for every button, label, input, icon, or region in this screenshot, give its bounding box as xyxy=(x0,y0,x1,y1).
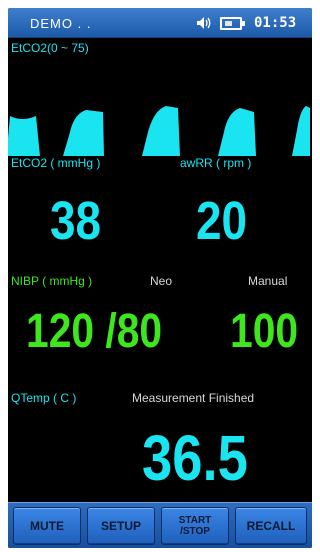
nibp-value: 120 /80 xyxy=(26,305,163,358)
etco2-value: 38 xyxy=(50,191,102,251)
battery-icon xyxy=(220,17,245,30)
mute-button[interactable]: MUTE xyxy=(13,507,81,545)
monitor-screen: DEMO . . 01:53 EtCO2(0 ~ 75) EtCO2 ( mmH… xyxy=(8,8,312,548)
demo-mode-label: DEMO . . xyxy=(30,16,92,31)
qtemp-label: QTemp ( C ) xyxy=(11,391,77,405)
nibp-mode: Manual xyxy=(248,274,288,288)
qtemp-status: Measurement Finished xyxy=(132,391,255,405)
nibp-pulse-value: 100 xyxy=(230,305,299,358)
etco2-label: EtCO2 ( mmHg ) xyxy=(11,156,101,170)
awrr-value: 20 xyxy=(196,191,248,251)
awrr-label: awRR ( rpm ) xyxy=(180,156,252,170)
battery-level xyxy=(225,21,232,26)
nibp-patient-type: Neo xyxy=(150,274,173,288)
clock: 01:53 xyxy=(254,15,297,31)
speaker-icon[interactable] xyxy=(196,16,212,30)
status-bar: DEMO . . 01:53 xyxy=(8,8,312,38)
etco2-wave-label: EtCO2(0 ~ 75) xyxy=(11,41,89,55)
etco2-waveform xyxy=(8,106,310,156)
start-stop-button[interactable]: START /STOP xyxy=(161,507,229,545)
nibp-label: NIBP ( mmHg ) xyxy=(11,274,93,288)
recall-button[interactable]: RECALL xyxy=(235,507,307,545)
button-bar: MUTE SETUP START /STOP RECALL xyxy=(8,502,312,548)
setup-button[interactable]: SETUP xyxy=(87,507,155,545)
qtemp-value: 36.5 xyxy=(142,422,248,494)
